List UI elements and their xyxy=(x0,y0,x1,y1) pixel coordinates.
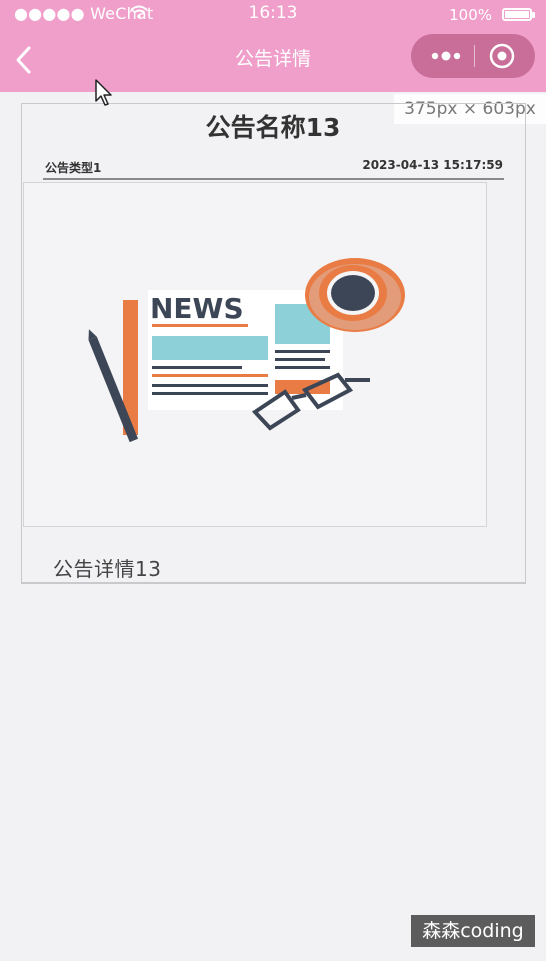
status-bar: ●●●●● WeChat 16:13 100% xyxy=(0,0,546,28)
news-illustration: NEWS xyxy=(88,258,405,443)
menu-capsule xyxy=(411,34,535,78)
battery-percent: 100% xyxy=(449,6,492,24)
notice-detail: 公告详情13 xyxy=(53,557,162,581)
notice-datetime: 2023-04-13 15:17:59 xyxy=(362,158,503,172)
notice-title: 公告名称13 xyxy=(205,113,341,142)
more-icon[interactable] xyxy=(425,44,471,68)
card-bottom-divider xyxy=(21,583,526,584)
mini-program-page: ●●●●● WeChat 16:13 100% 公告详情 375px × 603… xyxy=(0,0,546,961)
top-bar: ●●●●● WeChat 16:13 100% 公告详情 xyxy=(0,0,546,92)
watermark-label: 森森coding xyxy=(411,915,535,947)
capsule-divider xyxy=(474,45,475,67)
mouse-cursor-icon xyxy=(95,79,112,106)
battery-icon xyxy=(502,8,535,21)
svg-text:NEWS: NEWS xyxy=(150,292,244,325)
close-miniprogram-icon[interactable] xyxy=(489,43,515,69)
meta-divider xyxy=(43,178,504,180)
notice-type: 公告类型1 xyxy=(45,161,102,175)
